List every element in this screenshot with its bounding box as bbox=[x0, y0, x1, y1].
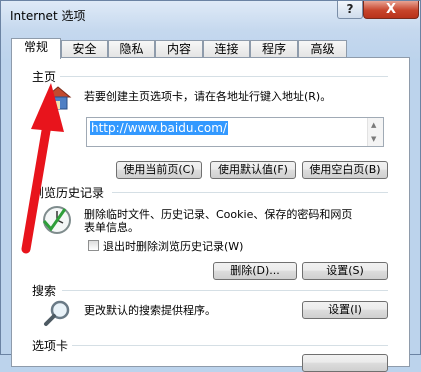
search-section-label: 搜索 bbox=[32, 282, 61, 299]
search-description: 更改默认的搜索提供程序。 bbox=[84, 304, 216, 317]
search-settings-button[interactable]: 设置(I) bbox=[302, 301, 388, 319]
homepage-url-scrollbar[interactable]: ▲ ▼ bbox=[367, 118, 383, 146]
homepage-url-value: http://www.baidu.com/ bbox=[90, 121, 228, 135]
history-divider bbox=[112, 192, 388, 193]
use-default-button[interactable]: 使用默认值(F) bbox=[210, 161, 296, 179]
homepage-section-label: 主页 bbox=[32, 68, 61, 85]
tabs-settings-button[interactable] bbox=[302, 354, 388, 372]
tab-programs[interactable]: 程序 bbox=[250, 40, 298, 58]
tab-general[interactable]: 常规 bbox=[11, 38, 61, 59]
history-section-label: 浏览历史记录 bbox=[32, 184, 109, 201]
scroll-down-icon[interactable]: ▼ bbox=[371, 135, 376, 143]
tab-privacy[interactable]: 隐私 bbox=[108, 40, 155, 58]
internet-options-window: Internet 选项 ? X 常规 安全 隐私 内容 连接 程序 高级 主页 … bbox=[0, 0, 421, 372]
tabs-section-label: 选项卡 bbox=[32, 337, 73, 354]
use-blank-button[interactable]: 使用空白页(B) bbox=[302, 161, 388, 179]
tab-security[interactable]: 安全 bbox=[61, 40, 108, 58]
homepage-divider bbox=[52, 76, 388, 77]
general-tab-panel: 主页 若要创建主页选项卡，请在各地址行键入地址(R)。 http://www.b… bbox=[11, 57, 410, 372]
tabs-section-divider bbox=[72, 345, 388, 346]
tab-content[interactable]: 内容 bbox=[155, 40, 203, 58]
home-icon bbox=[44, 86, 72, 110]
close-button[interactable]: X bbox=[363, 1, 419, 19]
history-clock-icon bbox=[42, 206, 71, 234]
help-button[interactable]: ? bbox=[337, 1, 363, 19]
homepage-description: 若要创建主页选项卡，请在各地址行键入地址(R)。 bbox=[84, 90, 332, 103]
tab-connections[interactable]: 连接 bbox=[203, 40, 250, 58]
scroll-up-icon[interactable]: ▲ bbox=[371, 121, 376, 129]
tab-advanced[interactable]: 高级 bbox=[298, 40, 347, 58]
window-title: Internet 选项 bbox=[10, 9, 86, 23]
history-delete-button[interactable]: 删除(D)... bbox=[213, 262, 297, 280]
use-current-button[interactable]: 使用当前页(C) bbox=[116, 161, 202, 179]
history-description-line2: 表单信息。 bbox=[84, 221, 139, 234]
title-bar[interactable]: Internet 选项 ? X bbox=[1, 1, 420, 31]
search-divider bbox=[62, 290, 388, 291]
magnifier-icon bbox=[44, 300, 70, 326]
delete-on-exit-checkbox[interactable] bbox=[88, 240, 99, 251]
delete-on-exit-label: 退出时删除浏览历史记录(W) bbox=[103, 240, 244, 253]
homepage-url-textarea[interactable]: http://www.baidu.com/ ▲ ▼ bbox=[86, 117, 384, 147]
history-settings-button[interactable]: 设置(S) bbox=[302, 262, 388, 280]
